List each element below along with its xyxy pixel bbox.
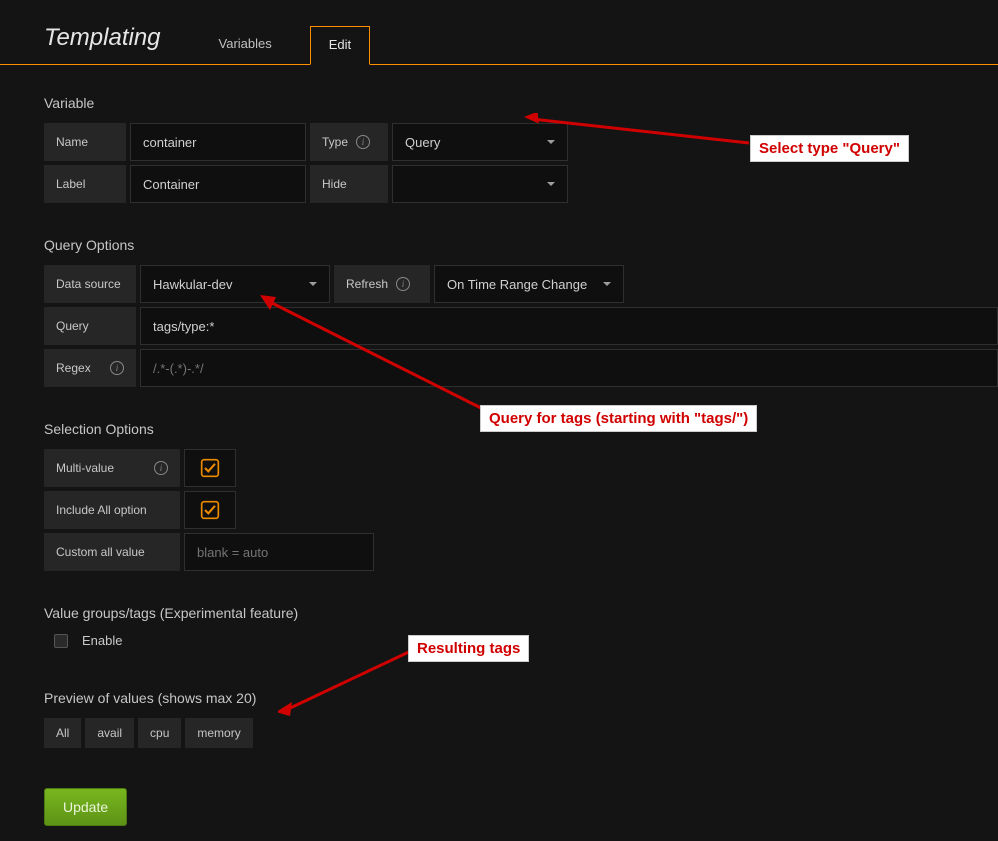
annotation-select-type: Select type "Query": [750, 135, 909, 162]
chevron-down-icon: [547, 182, 555, 186]
name-input[interactable]: [130, 123, 306, 161]
check-icon: [200, 500, 220, 520]
section-query-options-title: Query Options: [44, 237, 998, 253]
type-select-value: Query: [405, 135, 440, 150]
include-all-checkbox[interactable]: [184, 491, 236, 529]
name-label: Name: [44, 123, 126, 161]
section-preview-title: Preview of values (shows max 20): [44, 690, 998, 706]
info-icon: i: [154, 461, 168, 475]
preview-tag: memory: [185, 718, 252, 748]
info-icon: i: [110, 361, 124, 375]
datasource-select[interactable]: Hawkular-dev: [140, 265, 330, 303]
label-input[interactable]: [130, 165, 306, 203]
preview-tag: avail: [85, 718, 134, 748]
section-value-groups-title: Value groups/tags (Experimental feature): [44, 605, 998, 621]
hide-select[interactable]: [392, 165, 568, 203]
page-title: Templating: [44, 24, 161, 64]
annotation-arrow: [278, 648, 418, 718]
tab-bar: Variables Edit: [201, 25, 371, 64]
refresh-value: On Time Range Change: [447, 277, 587, 292]
custom-all-input[interactable]: [184, 533, 374, 571]
regex-input[interactable]: [140, 349, 998, 387]
type-select[interactable]: Query: [392, 123, 568, 161]
info-icon: i: [396, 277, 410, 291]
page-header: Templating Variables Edit: [0, 0, 998, 65]
label-label: Label: [44, 165, 126, 203]
query-input[interactable]: [140, 307, 998, 345]
preview-tag: All: [44, 718, 81, 748]
datasource-value: Hawkular-dev: [153, 277, 232, 292]
preview-tag: cpu: [138, 718, 181, 748]
chevron-down-icon: [309, 282, 317, 286]
custom-all-label: Custom all value: [44, 533, 180, 571]
annotation-query-tags: Query for tags (starting with "tags/"): [480, 405, 757, 432]
refresh-label: Refresh i: [334, 265, 430, 303]
chevron-down-icon: [547, 140, 555, 144]
datasource-label: Data source: [44, 265, 136, 303]
chevron-down-icon: [603, 282, 611, 286]
regex-label: Regex i: [44, 349, 136, 387]
preview-values: All avail cpu memory: [44, 718, 998, 748]
multi-value-label: Multi-value i: [44, 449, 180, 487]
check-icon: [200, 458, 220, 478]
include-all-label: Include All option: [44, 491, 180, 529]
section-variable-title: Variable: [44, 95, 998, 111]
enable-label: Enable: [82, 633, 122, 648]
tab-edit[interactable]: Edit: [310, 26, 370, 65]
update-button[interactable]: Update: [44, 788, 127, 826]
annotation-resulting-tags: Resulting tags: [408, 635, 529, 662]
hide-label: Hide: [310, 165, 388, 203]
refresh-select[interactable]: On Time Range Change: [434, 265, 624, 303]
info-icon: i: [356, 135, 370, 149]
enable-checkbox[interactable]: [54, 634, 68, 648]
tab-variables[interactable]: Variables: [201, 26, 290, 65]
multi-value-checkbox[interactable]: [184, 449, 236, 487]
query-label: Query: [44, 307, 136, 345]
type-label: Type i: [310, 123, 388, 161]
